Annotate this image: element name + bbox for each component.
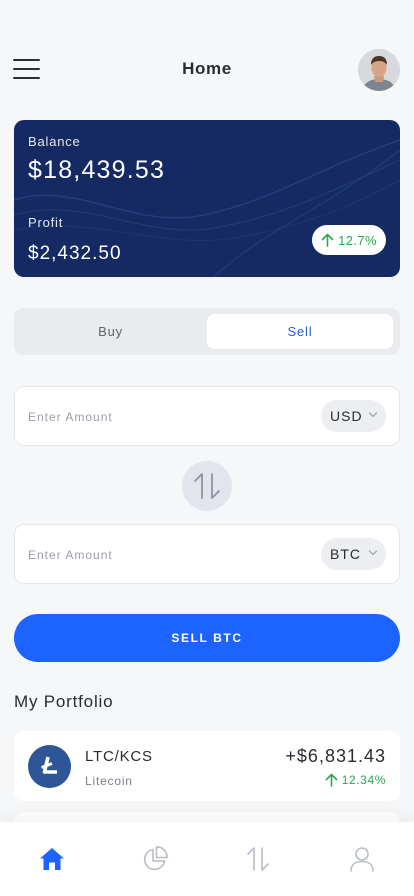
from-currency-select[interactable]: USD [321, 400, 386, 432]
sell-btc-button[interactable]: SELL BTC [14, 614, 400, 662]
chevron-down-icon [368, 550, 378, 556]
arrow-up-icon [325, 773, 337, 787]
asset-value: +$6,831.43 [285, 746, 386, 766]
asset-name: Litecoin [85, 774, 133, 788]
arrow-up-icon [321, 233, 334, 247]
bottom-tab-bar [0, 822, 414, 896]
portfolio-item[interactable]: LTC/KCS Litecoin +$6,831.43 12.34% [14, 731, 400, 801]
pie-chart-icon [143, 846, 168, 871]
from-currency-label: USD [330, 408, 363, 424]
to-amount-field: BTC [14, 524, 400, 584]
asset-change: 12.34% [325, 773, 386, 787]
tab-buy[interactable]: Buy [20, 314, 201, 349]
tab-profile[interactable] [347, 844, 377, 874]
from-amount-field: USD [14, 386, 400, 446]
page-title: Home [182, 59, 232, 78]
to-currency-select[interactable]: BTC [321, 538, 386, 570]
profit-change-value: 12.7% [338, 232, 377, 248]
app-header: Home [0, 0, 414, 120]
chevron-down-icon [368, 412, 378, 418]
tab-home[interactable] [37, 844, 67, 874]
asset-change-value: 12.34% [341, 773, 386, 787]
balance-value: $18,439.53 [28, 156, 166, 184]
to-amount-input[interactable] [28, 545, 298, 565]
swap-icon [247, 847, 269, 871]
from-amount-input[interactable] [28, 407, 298, 427]
profit-change-badge: 12.7% [312, 225, 386, 255]
tab-sell[interactable]: Sell [207, 314, 393, 349]
profit-value: $2,432.50 [28, 243, 122, 264]
profile-icon [350, 847, 374, 872]
tab-exchange[interactable] [243, 844, 273, 874]
buy-sell-toggle: Buy Sell [14, 308, 400, 355]
litecoin-icon [28, 745, 71, 788]
to-currency-label: BTC [330, 546, 361, 562]
balance-label: Balance [28, 134, 81, 149]
home-icon [40, 848, 64, 870]
swap-direction-button[interactable] [182, 461, 232, 511]
avatar[interactable] [358, 49, 400, 91]
swap-arrows-icon [194, 473, 220, 499]
profit-label: Profit [28, 215, 64, 230]
portfolio-title: My Portfolio [14, 692, 114, 711]
asset-pair: LTC/KCS [85, 748, 153, 765]
tab-portfolio[interactable] [140, 844, 170, 874]
balance-card: Balance $18,439.53 Profit $2,432.50 12.7… [14, 120, 400, 277]
